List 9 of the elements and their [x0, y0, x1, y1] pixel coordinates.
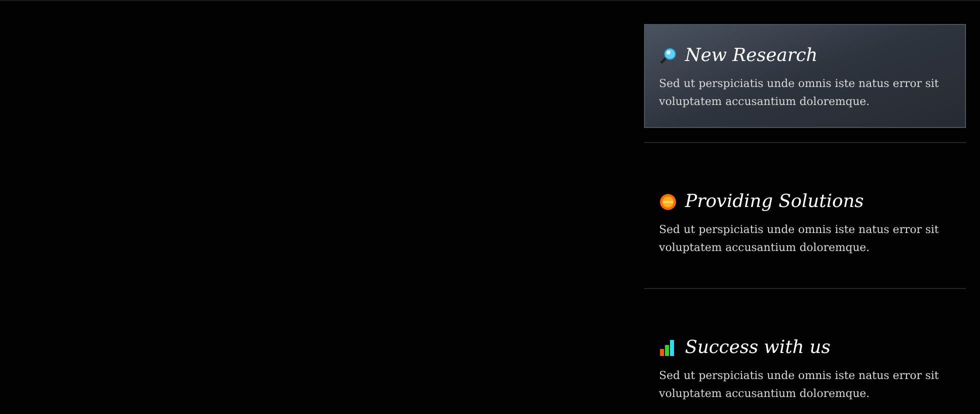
feature-title: Providing Solutions	[685, 190, 864, 214]
feature-description: Sed ut perspiciatis unde omnis iste natus error sit voluptatem accusantium doloremque.	[659, 76, 940, 110]
feature-description: Sed ut perspiciatis unde omnis iste natus error sit voluptatem accusantium doloremque.	[659, 222, 940, 256]
magnifier-icon	[659, 47, 677, 65]
feature-title: Success with us	[685, 336, 830, 360]
feature-title: New Research	[685, 44, 818, 68]
bar-chart-icon	[659, 339, 677, 357]
feature-description: Sed ut perspiciatis unde omnis iste natus error sit voluptatem accusantium doloremque.	[659, 368, 940, 402]
sun-icon	[659, 193, 677, 211]
